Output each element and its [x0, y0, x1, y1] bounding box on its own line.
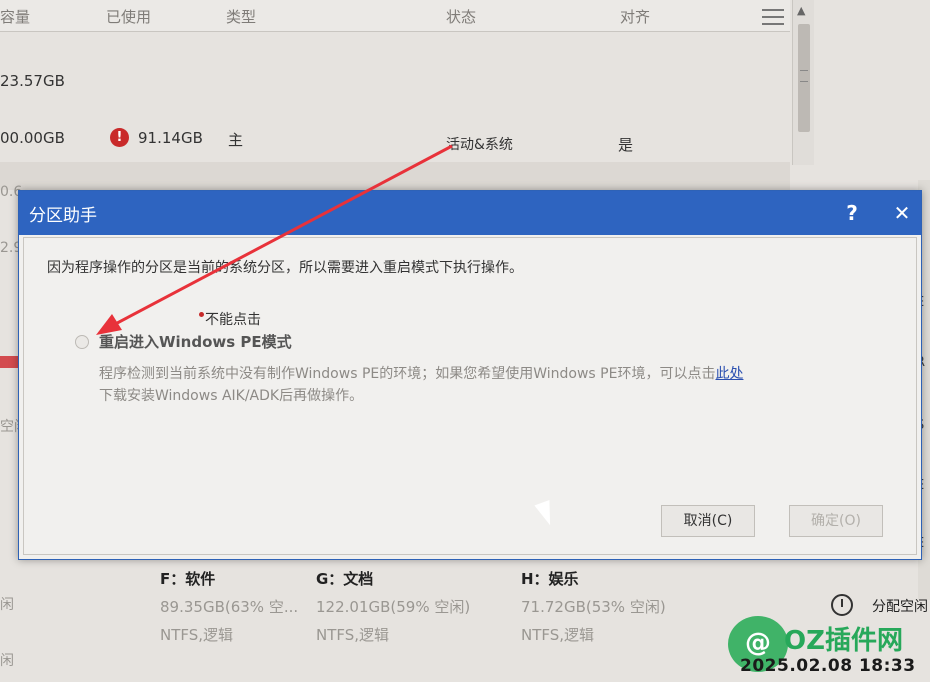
drive-size: 89.35GB(63% 空...	[160, 598, 299, 616]
row-2-capacity: 00.00GB	[0, 129, 65, 147]
left-fragment: 闲	[0, 597, 14, 613]
left-fragment: 闲	[0, 653, 14, 669]
column-menu-icon[interactable]	[762, 9, 784, 25]
table-scrollbar[interactable]: ▲	[792, 0, 814, 165]
drive-name: H：娱乐	[521, 570, 579, 588]
row-2-aligned: 是	[618, 136, 634, 154]
photo-timestamp: 2025.02.08 18:33	[740, 656, 916, 676]
cancel-button[interactable]: 取消(C)	[661, 505, 755, 537]
pe-description: 程序检测到当前系统中没有制作Windows PE的环境；如果您希望使用Windo…	[99, 363, 743, 407]
column-status[interactable]: 状态	[446, 6, 476, 27]
help-icon[interactable]: ?	[837, 199, 867, 227]
partition-usage-bar	[0, 356, 20, 368]
close-icon[interactable]: ✕	[887, 199, 917, 227]
drive-card-f[interactable]: F：软件 89.35GB(63% 空... NTFS,逻辑	[160, 565, 298, 649]
drive-card-g[interactable]: G：文档 122.01GB(59% 空闲) NTFS,逻辑	[316, 565, 470, 649]
pe-description-line1: 程序检测到当前系统中没有制作Windows PE的环境；如果您希望使用Windo…	[99, 366, 716, 382]
row-2-used: 91.14GB	[138, 129, 203, 147]
column-used[interactable]: 已使用	[106, 6, 151, 27]
download-link[interactable]: 此处	[715, 366, 743, 382]
allocate-free-space-link[interactable]: 分配空闲	[872, 596, 928, 616]
reboot-pe-radio[interactable]	[75, 335, 89, 349]
ok-button[interactable]: 确定(O)	[789, 505, 883, 537]
row-2-status: 活动&系统	[446, 137, 513, 153]
partition-table-header: 容量 已使用 类型 状态 对齐	[0, 0, 790, 32]
watermark-text: OZ插件网	[784, 626, 903, 656]
reboot-pe-option-label[interactable]: 重启进入Windows PE模式	[99, 331, 292, 352]
clock-icon[interactable]	[831, 594, 853, 616]
dialog-title: 分区助手	[29, 206, 97, 226]
warning-icon: !	[110, 128, 129, 147]
drive-name: F：软件	[160, 570, 216, 588]
pe-description-line2: 下载安装Windows AIK/ADK后再做操作。	[99, 388, 364, 404]
drive-size: 122.01GB(59% 空闲)	[316, 598, 471, 616]
drive-card-h[interactable]: H：娱乐 71.72GB(53% 空闲) NTFS,逻辑	[521, 565, 666, 649]
dialog-titlebar[interactable]: 分区助手 ? ✕	[19, 191, 921, 235]
drive-filesystem: NTFS,逻辑	[521, 626, 595, 644]
scrollbar-thumb[interactable]	[798, 24, 810, 132]
scroll-up-icon[interactable]: ▲	[797, 4, 805, 17]
table-row[interactable]	[0, 162, 790, 190]
drive-name: G：文档	[316, 570, 374, 588]
drive-size: 71.72GB(53% 空闲)	[521, 598, 666, 616]
dialog-message: 因为程序操作的分区是当前的系统分区，所以需要进入重启模式下执行操作。	[47, 260, 523, 276]
row-1-capacity: 23.57GB	[0, 72, 65, 90]
annotation-note: 不能点击	[199, 309, 261, 329]
partition-assistant-dialog: 分区助手 ? ✕ 因为程序操作的分区是当前的系统分区，所以需要进入重启模式下执行…	[18, 190, 922, 560]
column-aligned[interactable]: 对齐	[620, 6, 650, 27]
column-capacity[interactable]: 容量	[0, 6, 30, 27]
column-type[interactable]: 类型	[226, 6, 256, 27]
drive-filesystem: NTFS,逻辑	[160, 626, 234, 644]
drive-filesystem: NTFS,逻辑	[316, 626, 390, 644]
row-2-type: 主	[228, 131, 244, 149]
